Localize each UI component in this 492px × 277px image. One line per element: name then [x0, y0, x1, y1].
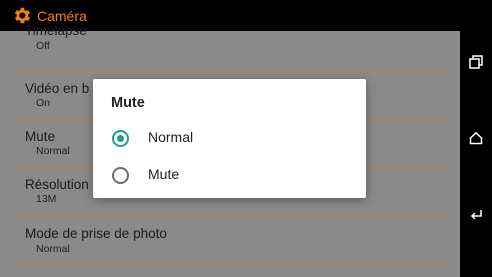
setting-title: Mute [25, 129, 56, 144]
home-button[interactable] [460, 122, 492, 154]
setting-value: Normal [36, 243, 70, 255]
mute-dialog: Mute Normal Mute [93, 79, 366, 198]
option-mute[interactable]: Mute [109, 161, 349, 189]
radio-button-selected[interactable] [112, 130, 129, 147]
recent-apps-button[interactable] [460, 46, 492, 78]
option-normal[interactable]: Normal [109, 124, 349, 152]
back-button[interactable] [460, 199, 492, 231]
setting-value: Normal [36, 145, 70, 157]
setting-value: On [36, 97, 51, 109]
setting-title: Vidéo en b [25, 81, 90, 96]
dialog-title: Mute [111, 95, 145, 111]
setting-title: Timelapse [25, 23, 87, 38]
back-icon [470, 210, 482, 220]
radio-button[interactable] [112, 167, 129, 184]
option-label: Normal [148, 129, 194, 145]
setting-photo-mode[interactable]: Mode de prise de photo Normal [12, 215, 447, 264]
option-label: Mute [148, 166, 180, 182]
setting-value: Off [36, 40, 50, 52]
setting-value: 13M [36, 193, 57, 205]
navigation-bar [460, 0, 492, 277]
recent-apps-icon [469, 55, 483, 69]
setting-timelapse[interactable]: Timelapse Off [12, 21, 447, 71]
setting-title: Résolution [25, 177, 89, 192]
radio-dot [117, 135, 124, 142]
home-icon [469, 132, 483, 145]
setting-title: Mode de prise de photo [25, 226, 167, 241]
